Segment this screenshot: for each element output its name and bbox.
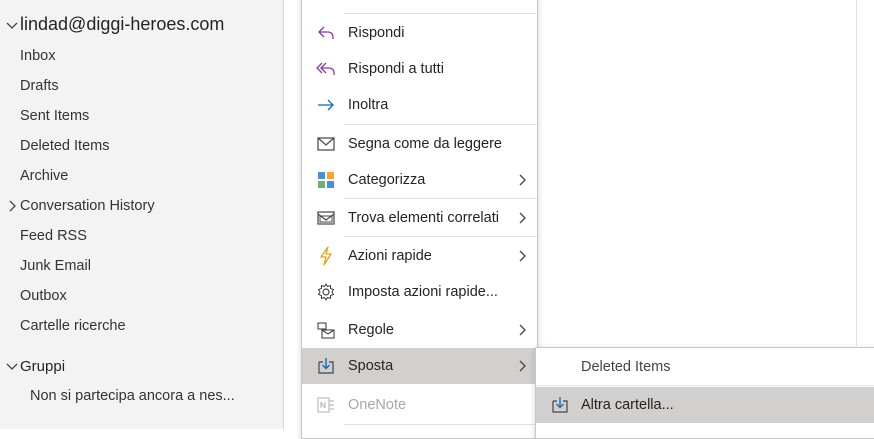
chevron-right-icon — [519, 324, 526, 336]
folder-sent-items[interactable]: Sent Items — [20, 105, 89, 127]
menu-item-rules[interactable]: Regole — [302, 312, 537, 348]
reading-pane-divider[interactable] — [856, 0, 857, 346]
move-submenu: Deleted Items Altra cartella... — [535, 347, 874, 439]
move-icon — [314, 354, 338, 378]
account-name: lindad@diggi-heroes.com — [20, 14, 225, 34]
submenu-separator — [536, 385, 874, 386]
forward-icon — [314, 93, 338, 117]
folder-label: Conversation History — [20, 198, 155, 214]
groups-label: Gruppi — [20, 357, 66, 375]
menu-item-move[interactable]: Sposta — [302, 348, 537, 384]
menu-label: Rispondi — [348, 25, 405, 41]
menu-item-forward[interactable]: Inoltra — [302, 87, 537, 123]
context-menu: Rispondi Rispondi a tutti Inoltra Segna … — [301, 0, 538, 439]
menu-separator — [344, 13, 537, 14]
chevron-down-icon — [6, 22, 18, 29]
menu-separator — [344, 198, 537, 199]
menu-label: Imposta azioni rapide... — [348, 284, 498, 300]
menu-item-mark-unread[interactable]: Segna come da leggere — [302, 126, 537, 162]
quick-steps-icon — [314, 244, 338, 268]
chevron-right-icon — [519, 360, 526, 372]
folder-deleted-items[interactable]: Deleted Items — [20, 135, 109, 157]
chevron-down-icon — [6, 363, 18, 370]
onenote-icon — [314, 393, 338, 417]
menu-separator — [344, 236, 537, 237]
folder-drafts[interactable]: Drafts — [20, 75, 59, 97]
chevron-right-icon[interactable] — [6, 199, 20, 213]
folder-inbox[interactable]: Inbox — [20, 45, 55, 67]
categorize-icon — [314, 168, 338, 192]
folder-archive[interactable]: Archive — [20, 165, 68, 187]
menu-separator — [344, 124, 537, 125]
menu-label: Trova elementi correlati — [348, 210, 499, 226]
mark-unread-icon — [314, 132, 338, 156]
menu-label: Inoltra — [348, 97, 389, 113]
groups-header[interactable]: Gruppi — [4, 355, 65, 377]
menu-label: Categorizza — [348, 172, 426, 188]
menu-item-onenote[interactable]: OneNote — [302, 387, 537, 423]
folder-outbox[interactable]: Outbox — [20, 285, 67, 307]
submenu-label: Deleted Items — [581, 359, 671, 375]
settings-icon — [314, 280, 338, 304]
submenu-item-deleted-items[interactable]: Deleted Items — [536, 349, 874, 385]
chevron-right-icon — [519, 212, 526, 224]
chevron-right-icon — [519, 174, 526, 186]
folder-feed-rss[interactable]: Feed RSS — [20, 225, 87, 247]
folder-junk-email[interactable]: Junk Email — [20, 255, 91, 277]
menu-item-manage-quick-steps[interactable]: Imposta azioni rapide... — [302, 274, 537, 310]
menu-label: Sposta — [348, 358, 394, 374]
folder-conversation-history[interactable]: Conversation History — [6, 195, 155, 217]
menu-item-quick-steps[interactable]: Azioni rapide — [302, 238, 537, 274]
menu-label: Regole — [348, 322, 394, 338]
folder-search-folders[interactable]: Cartelle ricerche — [20, 315, 126, 337]
menu-label: Segna come da leggere — [348, 136, 502, 152]
menu-label: Azioni rapide — [348, 248, 432, 264]
find-related-icon — [314, 206, 338, 230]
groups-empty-text: Non si partecipa ancora a nes... — [30, 388, 235, 404]
menu-item-categorize[interactable]: Categorizza — [302, 162, 537, 198]
account-header[interactable]: lindad@diggi-heroes.com — [4, 14, 224, 35]
menu-item-reply-all[interactable]: Rispondi a tutti — [302, 51, 537, 87]
move-to-folder-icon — [548, 393, 572, 417]
folder-pane: lindad@diggi-heroes.com Inbox Drafts Sen… — [0, 0, 284, 429]
submenu-label: Altra cartella... — [581, 397, 674, 413]
menu-label: OneNote — [348, 397, 407, 413]
menu-label: Rispondi a tutti — [348, 61, 444, 77]
submenu-item-other-folder[interactable]: Altra cartella... — [536, 387, 874, 423]
reply-all-icon — [314, 57, 338, 81]
menu-item-reply[interactable]: Rispondi — [302, 15, 537, 51]
menu-item-find-related[interactable]: Trova elementi correlati — [302, 200, 537, 236]
menu-separator — [344, 424, 537, 425]
rules-icon — [314, 318, 338, 342]
chevron-right-icon — [519, 250, 526, 262]
reply-icon — [314, 21, 338, 45]
